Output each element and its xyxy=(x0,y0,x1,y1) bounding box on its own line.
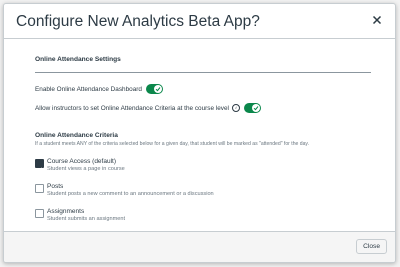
toggle-label: Enable Online Attendance Dashboard xyxy=(35,85,142,93)
enable-dashboard-toggle[interactable] xyxy=(145,84,163,94)
section-divider xyxy=(35,72,371,73)
option-label: Posts xyxy=(47,183,64,190)
posts-checkbox[interactable] xyxy=(35,184,44,193)
close-icon[interactable] xyxy=(371,14,383,26)
modal-title: Configure New Analytics Beta App? xyxy=(16,13,260,30)
check-icon xyxy=(36,167,43,172)
option-description: Student submits an assignment xyxy=(47,216,126,222)
check-icon xyxy=(251,104,260,112)
course-access-checkbox[interactable] xyxy=(35,159,44,172)
toggle-row-instructor-criteria: Allow instructors to set Online Attendan… xyxy=(35,103,261,113)
close-button[interactable]: Close xyxy=(356,239,387,254)
toggle-row-enable-dashboard: Enable Online Attendance Dashboard xyxy=(35,84,163,94)
modal-header: Configure New Analytics Beta App? xyxy=(4,4,395,39)
assignments-checkbox[interactable] xyxy=(35,209,44,218)
option-description: Student posts a new comment to an announ… xyxy=(47,191,214,197)
modal-footer: Close xyxy=(4,231,395,262)
option-description: Student views a page in course xyxy=(47,166,125,172)
info-icon[interactable]: i xyxy=(231,104,240,112)
toggle-label: Allow instructors to set Online Attendan… xyxy=(35,104,229,112)
option-label: Course Access (default) xyxy=(47,158,117,165)
configure-modal: Configure New Analytics Beta App? Online… xyxy=(3,3,396,263)
check-icon xyxy=(153,85,162,93)
criteria-section-title: Online Attendance Criteria xyxy=(35,132,118,139)
instructor-criteria-toggle[interactable] xyxy=(243,103,261,113)
criteria-hint: If a student meets ANY of the criteria s… xyxy=(35,141,310,147)
modal-body: Online Attendance Settings Enable Online… xyxy=(4,39,395,232)
settings-section-title: Online Attendance Settings xyxy=(35,56,121,63)
option-label: Assignments xyxy=(47,208,85,215)
